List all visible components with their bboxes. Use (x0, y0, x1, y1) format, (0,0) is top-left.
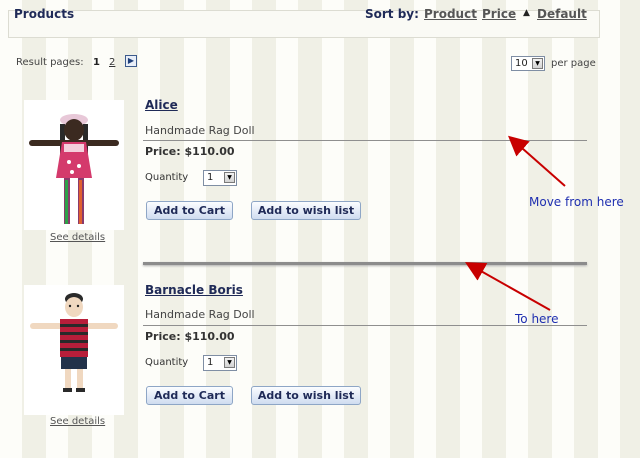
arrow-icon (508, 135, 566, 187)
annotation-arrows (465, 135, 566, 311)
move-from-here-note: Move from here (529, 195, 624, 209)
arrow-icon (465, 262, 551, 311)
to-here-note: To here (515, 312, 559, 326)
